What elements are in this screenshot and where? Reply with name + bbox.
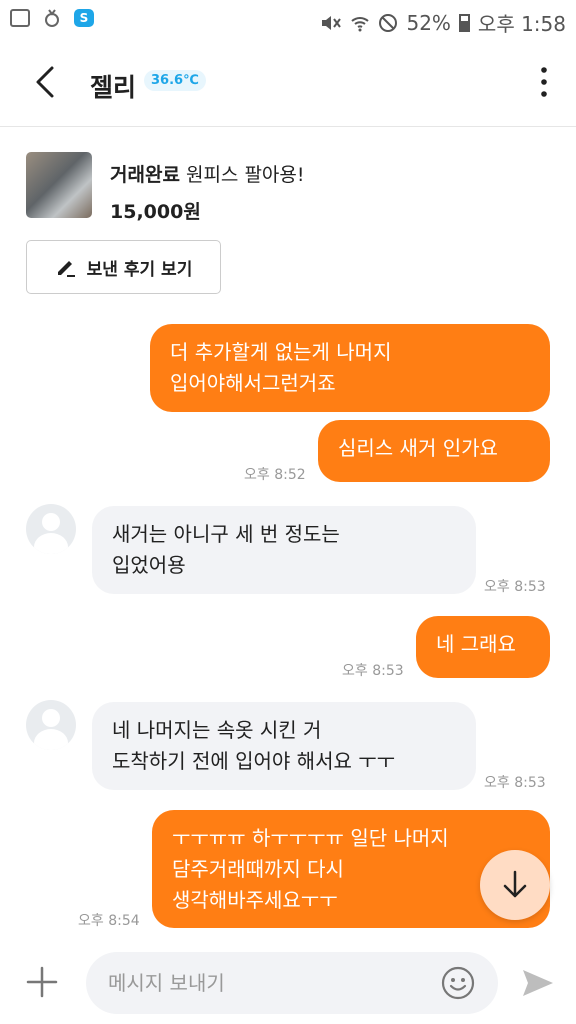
- notification-icon: [45, 9, 59, 27]
- back-arrow-icon[interactable]: [30, 62, 66, 102]
- avatar[interactable]: [26, 700, 76, 750]
- message-bubble-outgoing[interactable]: 네 그래요: [416, 616, 550, 678]
- clock: 오후 1:58: [477, 12, 566, 36]
- product-card: 거래완료 원피스 팔아용! 15,000원 보낸 후기 보기: [0, 127, 576, 321]
- emoji-icon[interactable]: [440, 965, 476, 1001]
- do-not-disturb-icon: [379, 13, 398, 32]
- system-status: 52% 오후 1:58: [320, 8, 566, 37]
- manner-temperature-badge[interactable]: 36.6℃: [144, 70, 206, 91]
- message-input[interactable]: [86, 952, 498, 1014]
- message-time: 오후 8:52: [244, 467, 306, 483]
- message-composer: [0, 944, 576, 1024]
- message-time: 오후 8:53: [484, 579, 546, 595]
- wifi-icon: [351, 16, 370, 31]
- message-time: 오후 8:54: [78, 913, 140, 929]
- avatar[interactable]: [26, 504, 76, 554]
- arrow-down-icon: [503, 870, 527, 898]
- send-icon[interactable]: [520, 966, 556, 1000]
- message-bubble-incoming[interactable]: 네 나머지는 속옷 시킨 거 도착하기 전에 입어야 해서요 ㅜㅜ: [92, 702, 476, 790]
- mute-icon: [322, 15, 342, 30]
- battery-percent: 52%: [406, 10, 451, 35]
- trade-status: 거래완료: [110, 164, 180, 186]
- message-time: 오후 8:53: [342, 663, 404, 679]
- more-options-icon[interactable]: [536, 64, 552, 100]
- pencil-icon: [57, 261, 75, 277]
- view-review-button[interactable]: 보낸 후기 보기: [26, 240, 221, 294]
- chat-partner-name: 젤리: [90, 73, 137, 102]
- plus-icon[interactable]: [24, 964, 60, 1000]
- product-title[interactable]: 거래완료 원피스 팔아용!: [110, 160, 305, 187]
- message-bubble-outgoing[interactable]: 심리스 새거 인가요: [318, 420, 550, 482]
- app-badge-icon: S: [74, 9, 94, 27]
- gallery-icon: [10, 9, 30, 27]
- message-bubble-outgoing[interactable]: 더 추가할게 없는게 나머지 입어야해서그런거죠: [150, 324, 550, 412]
- status-bar: S 52% 오후 1:58: [0, 0, 576, 40]
- product-name: 원피스 팔아용!: [185, 164, 305, 186]
- chat-messages[interactable]: 더 추가할게 없는게 나머지 입어야해서그런거죠 오후 8:52 심리스 새거 …: [0, 320, 576, 944]
- chat-header: 젤리 36.6℃: [0, 40, 576, 127]
- view-review-label: 보낸 후기 보기: [86, 259, 193, 280]
- product-price: 15,000원: [110, 201, 201, 223]
- message-bubble-incoming[interactable]: 새거는 아니구 세 번 정도는 입었어용: [92, 506, 476, 594]
- battery-icon: [458, 13, 470, 32]
- notification-icons: S: [10, 8, 94, 28]
- product-thumbnail[interactable]: [26, 152, 92, 218]
- scroll-to-bottom-button[interactable]: [480, 850, 550, 920]
- message-time: 오후 8:53: [484, 775, 546, 791]
